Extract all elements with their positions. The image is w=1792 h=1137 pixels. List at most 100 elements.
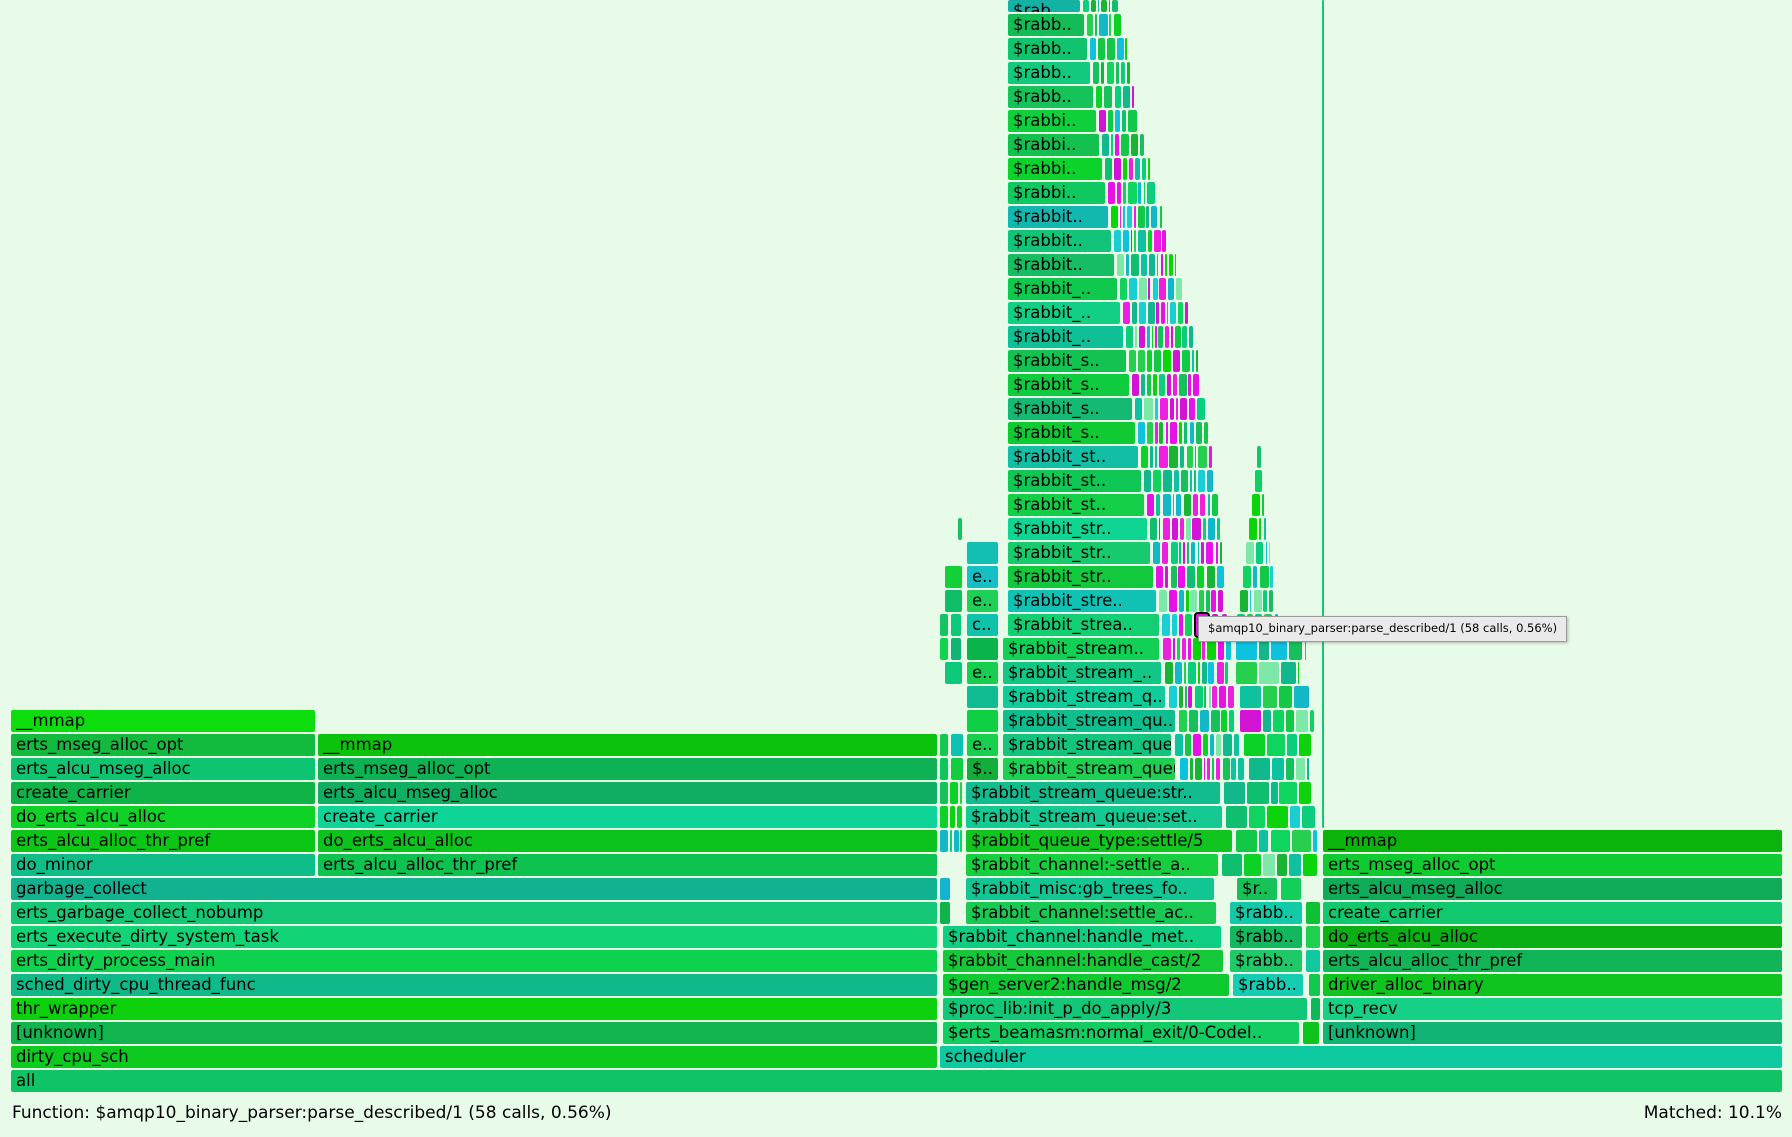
flame-sliver[interactable] <box>1186 518 1191 540</box>
flame-frame[interactable]: erts_alcu_mseg_alloc <box>318 782 937 804</box>
flame-sliver[interactable] <box>1165 566 1168 588</box>
flame-sliver[interactable] <box>1170 422 1177 444</box>
flame-sliver[interactable] <box>1250 590 1251 612</box>
flame-sliver[interactable] <box>1159 374 1165 396</box>
flame-frame[interactable]: [unknown] <box>1323 1022 1782 1044</box>
flame-sliver[interactable] <box>940 878 950 900</box>
flame-sliver[interactable] <box>1144 470 1151 492</box>
flame-sliver[interactable] <box>1200 710 1209 732</box>
flame-sliver[interactable] <box>1271 830 1290 852</box>
flame-frame[interactable]: $rabbit_st.. <box>1008 494 1144 516</box>
flame-sliver[interactable] <box>1154 230 1161 252</box>
flame-sliver[interactable] <box>1220 542 1222 564</box>
flame-frame[interactable]: sched_dirty_cpu_thread_func <box>11 974 937 996</box>
flame-sliver[interactable] <box>1217 518 1220 540</box>
flame-sliver[interactable] <box>1195 758 1202 780</box>
flame-sliver[interactable] <box>1198 470 1205 492</box>
flame-sliver[interactable] <box>1123 230 1129 252</box>
flame-frame[interactable]: all <box>11 1070 1782 1092</box>
flame-frame[interactable]: e.. <box>967 590 998 612</box>
flame-sliver[interactable] <box>1271 782 1278 804</box>
flame-sliver[interactable] <box>1087 14 1093 36</box>
flame-sliver[interactable] <box>1165 254 1167 276</box>
flame-sliver[interactable] <box>1099 14 1108 36</box>
flame-sliver[interactable] <box>1311 998 1320 1020</box>
flame-sliver[interactable] <box>945 590 962 612</box>
flame-sliver[interactable] <box>1131 134 1138 156</box>
flame-sliver[interactable] <box>1247 782 1269 804</box>
flame-sliver[interactable] <box>1107 38 1115 60</box>
flame-sliver[interactable] <box>1161 302 1165 324</box>
flame-sliver[interactable] <box>1158 326 1163 348</box>
flame-sliver[interactable] <box>1189 326 1193 348</box>
flame-frame[interactable]: $rabbit_queue_type:settle/5 <box>966 830 1232 852</box>
flame-sliver[interactable] <box>1207 470 1213 492</box>
flame-frame[interactable]: $rabbit_misc:gb_trees_fo.. <box>966 878 1214 900</box>
flame-sliver[interactable] <box>1267 734 1285 756</box>
flame-sliver[interactable] <box>1090 38 1096 60</box>
flame-frame[interactable]: $rabbit_str.. <box>1008 566 1153 588</box>
flame-sliver[interactable] <box>1216 758 1220 780</box>
flame-sliver[interactable] <box>1156 566 1163 588</box>
flame-sliver[interactable] <box>1180 446 1184 468</box>
flame-frame[interactable]: erts_dirty_process_main <box>11 950 937 972</box>
flame-sliver[interactable] <box>1184 662 1186 684</box>
flame-frame[interactable]: $gen_server2:handle_msg/2 <box>943 974 1229 996</box>
flame-sliver[interactable] <box>1197 398 1205 420</box>
flame-sliver[interactable] <box>1153 278 1158 300</box>
flame-sliver[interactable] <box>1135 158 1140 180</box>
flame-sliver[interactable] <box>1175 662 1182 684</box>
flame-sliver[interactable] <box>1173 638 1175 660</box>
flame-frame[interactable]: $rabbit_.. <box>1008 278 1117 300</box>
flame-frame[interactable]: $rabbit_str.. <box>1008 542 1150 564</box>
flame-sliver[interactable] <box>1139 302 1146 324</box>
flame-frame[interactable]: [unknown] <box>11 1022 937 1044</box>
flame-sliver[interactable] <box>1138 230 1146 252</box>
flame-sliver[interactable] <box>940 614 948 636</box>
flame-sliver[interactable] <box>1179 590 1184 612</box>
flame-sliver[interactable] <box>1114 230 1121 252</box>
flame-sliver[interactable] <box>1134 230 1136 252</box>
flame-sliver[interactable] <box>1111 206 1118 228</box>
flame-frame[interactable]: erts_alcu_alloc_thr_pref <box>1323 950 1782 972</box>
flame-sliver[interactable] <box>1169 686 1177 708</box>
flame-sliver[interactable] <box>1259 518 1261 540</box>
flame-sliver[interactable] <box>1142 158 1146 180</box>
flame-frame[interactable]: create_carrier <box>318 806 937 828</box>
flame-sliver[interactable] <box>1270 566 1273 588</box>
flame-frame[interactable]: $rabb.. <box>1230 926 1302 948</box>
flame-sliver[interactable] <box>1207 566 1215 588</box>
flame-sliver[interactable] <box>1150 518 1157 540</box>
flame-frame[interactable]: $rabbit_stream_queue:str.. <box>966 782 1220 804</box>
flame-sliver[interactable] <box>1147 494 1154 516</box>
flame-sliver[interactable] <box>1123 158 1127 180</box>
flame-sliver[interactable] <box>1240 686 1261 708</box>
flame-sliver[interactable] <box>1189 710 1198 732</box>
flame-sliver[interactable] <box>1172 518 1178 540</box>
flame-sliver[interactable] <box>1132 302 1137 324</box>
flame-sliver[interactable] <box>1174 470 1179 492</box>
flame-sliver[interactable] <box>1169 590 1177 612</box>
flame-frame[interactable]: garbage_collect <box>11 878 937 900</box>
flame-sliver[interactable] <box>1117 182 1121 204</box>
flame-frame[interactable]: $rabbit_st.. <box>1008 470 1141 492</box>
flame-sliver[interactable] <box>1109 0 1110 12</box>
flame-sliver[interactable] <box>1201 542 1204 564</box>
flame-frame[interactable]: erts_execute_dirty_system_task <box>11 926 937 948</box>
flame-sliver[interactable] <box>1129 278 1137 300</box>
flame-sliver[interactable] <box>1169 254 1173 276</box>
flame-sliver[interactable] <box>940 758 948 780</box>
flame-sliver[interactable] <box>1263 686 1277 708</box>
flame-sliver[interactable] <box>1302 806 1315 828</box>
flame-sliver[interactable] <box>945 566 962 588</box>
flame-sliver[interactable] <box>1155 446 1157 468</box>
flame-sliver[interactable] <box>1176 278 1182 300</box>
flame-sliver[interactable] <box>1226 806 1247 828</box>
flame-sliver[interactable] <box>1120 206 1121 228</box>
flame-sliver[interactable] <box>1135 398 1142 420</box>
flame-frame[interactable]: do_erts_alcu_alloc <box>318 830 937 852</box>
flame-sliver[interactable] <box>1165 326 1169 348</box>
flame-sliver[interactable] <box>1141 446 1148 468</box>
flame-sliver[interactable] <box>1187 542 1189 564</box>
flame-sliver[interactable] <box>1279 782 1297 804</box>
